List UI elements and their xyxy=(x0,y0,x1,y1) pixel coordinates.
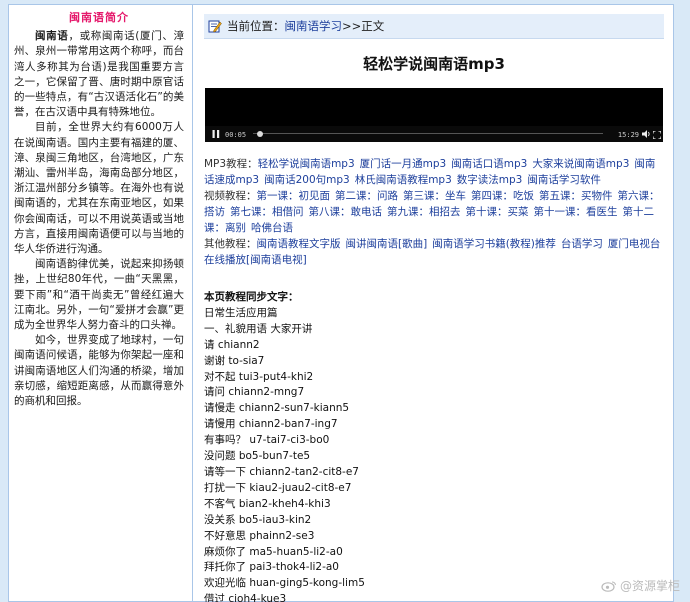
tutorial-link[interactable]: 台语学习 xyxy=(561,238,603,250)
tutorial-link[interactable]: 闽南话200句mp3 xyxy=(264,174,350,186)
lesson-line: 对不起 tui3-put4-khi2 xyxy=(204,370,314,383)
tutorial-link[interactable]: 闽南语教程文字版 xyxy=(257,238,341,250)
article-title: 轻松学说闽南语mp3 xyxy=(363,55,505,73)
tutorial-link[interactable]: 轻松学说闽南语mp3 xyxy=(258,158,355,170)
progress-track[interactable] xyxy=(253,133,603,134)
intro-paragraph-3: 闽南语韵律优美，说起来抑扬顿挫，上世纪80年代，一曲“天黑黑，要下雨”和“酒干尚… xyxy=(14,257,184,333)
total-time: 15:29 xyxy=(617,131,639,139)
intro-text: 闽南语韵律优美，说起来抑扬顿挫，上世纪80年代，一曲“天黑黑，要下雨”和“酒干尚… xyxy=(14,258,184,332)
weibo-icon xyxy=(601,581,616,592)
tutorial-link[interactable]: 第五课：买物件 xyxy=(539,190,613,202)
fullscreen-icon[interactable] xyxy=(653,131,661,139)
tutorial-link[interactable]: 闽南话口语mp3 xyxy=(451,158,527,170)
tutorial-link[interactable]: 第八课：敢电话 xyxy=(309,206,383,218)
link-group: 其他教程：闽南语教程文字版 闽讲闽南语[歌曲] 闽南语学习书籍(教程)推荐 台语学习厦… xyxy=(204,236,664,268)
lesson-line: 请慢走 chiann2-sun7-kiann5 xyxy=(204,402,350,415)
link-group-label: MP3教程： xyxy=(204,158,258,170)
lesson-line: 谢谢 to-sia7 xyxy=(204,354,265,367)
watermark-text: @资源掌柜 xyxy=(619,579,680,593)
intro-paragraph-4: 如今，世界变成了地球村，一句闽南语问候语，能够为你架起一座和讲闽南语地区人们沟通… xyxy=(14,333,184,409)
lesson-line: 请 chiann2 xyxy=(204,338,260,351)
intro-text: 如今，世界变成了地球村，一句闽南语问候语，能够为你架起一座和讲闽南语地区人们沟通… xyxy=(14,334,184,408)
link-group: 视频教程：第一课：初见面 第二课：问路 第三课：坐车 第四课：吃饭 第五课：买物件 第六课… xyxy=(204,188,664,236)
tutorial-links: MP3教程：轻松学说闽南语mp3 厦门话一月通mp3 闽南话口语mp3 大家来说闽南语… xyxy=(204,156,664,268)
tutorial-link[interactable]: 第十课：买菜 xyxy=(466,206,529,218)
lesson-line: 请问 chiann2-mng7 xyxy=(204,386,305,399)
main-content: 当前位置： 闽南语学习 >>正文 轻松学说闽南语mp3 00:05 15:29 … xyxy=(204,14,664,602)
intro-lead: 闽南语 xyxy=(35,30,69,43)
player-control-bar xyxy=(205,126,663,142)
lesson-line: 欢迎光临 huan-ging5-kong-lim5 xyxy=(204,577,365,590)
link-group-label: 其他教程： xyxy=(204,238,257,250)
tutorial-link[interactable]: 第三课：坐车 xyxy=(403,190,466,202)
breadcrumb: 当前位置： 闽南语学习 >>正文 xyxy=(204,14,664,39)
tutorial-link[interactable]: 第七课：相借问 xyxy=(230,206,304,218)
edit-note-icon xyxy=(208,20,222,33)
lesson-line: 拜托你了 pai3-thok4-li2-a0 xyxy=(204,561,339,574)
intro-paragraph-2: 目前，全世界大约有6000万人在说闽南语。国内主要有福建的厦、漳、泉闽三角地区，… xyxy=(14,120,184,257)
tutorial-link[interactable]: 第十一课：看医生 xyxy=(534,206,618,218)
lesson-line: 请等一下 chiann2-tan2-cit8-e7 xyxy=(204,465,359,478)
sidebar-title: 闽南语简介 xyxy=(69,11,129,24)
lesson-line: 没关系 bo5-iau3-kin2 xyxy=(204,513,312,526)
lesson-line: 日常生活应用篇 xyxy=(204,306,278,319)
tutorial-link[interactable]: 第九课：相招去 xyxy=(387,206,461,218)
lesson-line: 打扰一下 kiau2-juau2-cit8-e7 xyxy=(204,481,352,494)
intro-text: 目前，全世界大约有6000万人在说闽南语。国内主要有福建的厦、漳、泉闽三角地区，… xyxy=(14,121,184,256)
lesson-line: 有事吗？ u7-tai7-ci3-bo0 xyxy=(204,434,330,447)
lesson-line: 不好意思 phainn2-se3 xyxy=(204,529,315,542)
lesson-line: 麻烦你了 ma5-huan5-li2-a0 xyxy=(204,545,343,558)
audio-player[interactable]: 00:05 15:29 xyxy=(205,88,663,142)
breadcrumb-prefix: 当前位置： xyxy=(227,19,285,33)
watermark: @资源掌柜 xyxy=(601,577,680,594)
lesson-text: 本页教程同步文字： 日常生活应用篇一、礼貌用语 大家开讲请 chiann2 谢谢 … xyxy=(204,290,664,602)
tutorial-link[interactable]: 第二课：问路 xyxy=(335,190,398,202)
lesson-line: 不客气 bian2-kheh4-khi3 xyxy=(204,497,331,510)
intro-text: ，或称闽南话(厦门、漳州、泉州一带常用这两个称呼，而台湾人多称其为台语)是我国重… xyxy=(14,30,184,119)
link-group: MP3教程：轻松学说闽南语mp3 厦门话一月通mp3 闽南话口语mp3 大家来说闽南语… xyxy=(204,156,664,188)
link-group-label: 视频教程： xyxy=(204,190,257,202)
tutorial-link[interactable]: 大家来说闽南语mp3 xyxy=(532,158,629,170)
progress-handle[interactable] xyxy=(257,131,263,137)
current-time: 00:05 xyxy=(225,131,247,139)
volume-icon[interactable] xyxy=(641,129,651,139)
pause-icon[interactable] xyxy=(211,129,221,139)
tutorial-link[interactable]: 闽南话学习软件 xyxy=(527,174,601,186)
lesson-heading: 本页教程同步文字： xyxy=(204,291,299,303)
breadcrumb-suffix: >>正文 xyxy=(342,19,385,33)
lesson-line: 一、礼貌用语 大家开讲 xyxy=(204,322,313,335)
tutorial-link[interactable]: 厦门话一月通mp3 xyxy=(360,158,447,170)
tutorial-link[interactable]: 第四课：吃饭 xyxy=(471,190,534,202)
lesson-line: 请慢用 chiann2-ban7-ing7 xyxy=(204,418,338,431)
tutorial-link[interactable]: 第一课：初见面 xyxy=(257,190,331,202)
intro-paragraph-1: 闽南语，或称闽南话(厦门、漳州、泉州一带常用这两个称呼，而台湾人多称其为台语)是… xyxy=(14,29,184,120)
lesson-line: 借过 cioh4-kue3 xyxy=(204,593,287,602)
tutorial-link[interactable]: 闽南语学习书籍(教程)推荐 xyxy=(432,238,556,250)
sidebar-intro: 闽南语简介 闽南语，或称闽南话(厦门、漳州、泉州一带常用这两个称呼，而台湾人多称… xyxy=(14,8,184,602)
breadcrumb-link[interactable]: 闽南语学习 xyxy=(285,18,343,34)
tutorial-link[interactable]: 林氏闽南语教程mp3 xyxy=(355,174,452,186)
lesson-line: 没问题 bo5-bun7-te5 xyxy=(204,450,311,463)
tutorial-link[interactable]: 哈佛台语 xyxy=(251,222,293,234)
tutorial-link[interactable]: 闽讲闽南语[歌曲] xyxy=(346,238,428,250)
column-divider xyxy=(192,4,193,602)
tutorial-link[interactable]: 数字读法mp3 xyxy=(457,174,523,186)
